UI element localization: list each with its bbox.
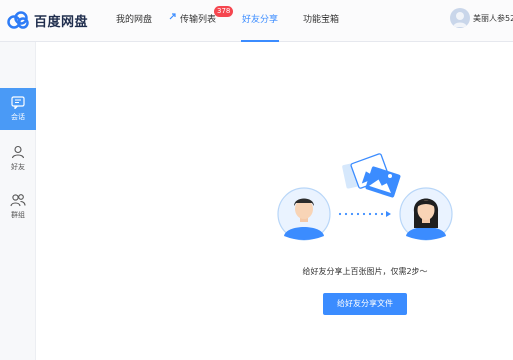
chat-icon: [11, 96, 25, 109]
active-tab-indicator: [241, 40, 279, 42]
top-bar: 百度网盘 我的网盘 传输列表 378 好友分享 功能宝箱 美丽人参52: [0, 0, 513, 42]
share-illustration: [277, 153, 453, 241]
nav-feature-box[interactable]: 功能宝箱: [303, 12, 339, 25]
transfer-count-badge: 378: [214, 6, 234, 17]
nav-transfer-list[interactable]: 传输列表: [180, 12, 216, 25]
logo[interactable]: 百度网盘: [6, 9, 88, 31]
sidebar-item-groups[interactable]: 群组: [0, 185, 36, 227]
sidebar-item-label: 群组: [11, 210, 25, 219]
user-name[interactable]: 美丽人参52: [473, 13, 513, 24]
transfer-swap-icon: [169, 13, 176, 20]
user-avatar[interactable]: [450, 8, 470, 28]
sidebar-item-chat[interactable]: 会话: [0, 88, 36, 130]
logo-text: 百度网盘: [34, 14, 89, 30]
sidebar-item-friends[interactable]: 好友: [0, 137, 36, 179]
photos-icon: [342, 153, 401, 198]
sidebar-item-label: 好友: [11, 162, 25, 171]
sidebar: 会话 好友 群组: [0, 42, 36, 360]
avatar-person-icon: [453, 12, 467, 27]
group-icon: [10, 193, 26, 206]
arrow-dots-icon: [338, 211, 391, 217]
sidebar-item-label: 会话: [11, 113, 25, 121]
share-hint-text: 给好友分享上百张图片，仅需2步～: [302, 267, 428, 276]
nav-friend-share[interactable]: 好友分享: [242, 12, 278, 25]
right-user-avatar-icon: [399, 187, 453, 241]
nav-my-disk[interactable]: 我的网盘: [116, 12, 152, 25]
baidu-cloud-logo-icon: [7, 11, 29, 29]
person-icon: [11, 145, 25, 158]
left-user-avatar-icon: [277, 187, 331, 241]
share-files-button[interactable]: 给好友分享文件: [323, 293, 407, 315]
